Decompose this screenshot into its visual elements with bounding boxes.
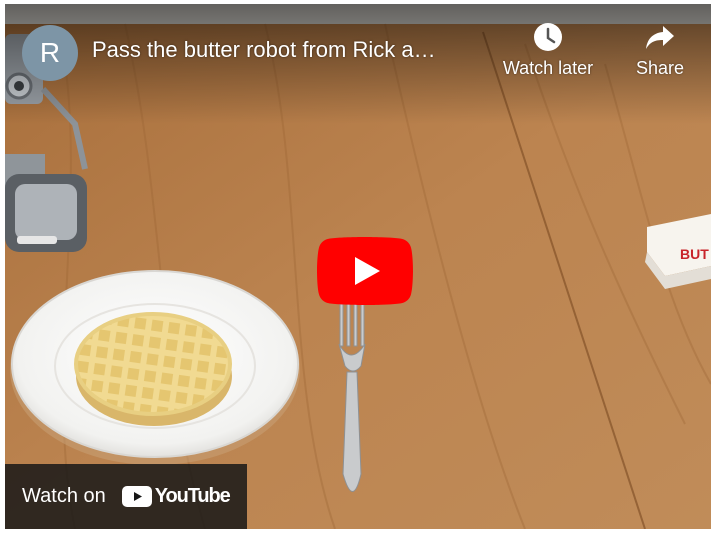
svg-text:BUT: BUT — [680, 246, 709, 262]
youtube-wordmark: YouTube — [154, 485, 231, 507]
watch-later-button[interactable]: Watch later — [493, 22, 603, 79]
watch-on-youtube-button[interactable]: Watch on YouTube — [5, 464, 247, 529]
share-button[interactable]: Share — [625, 22, 695, 79]
youtube-logo-icon: YouTube — [121, 485, 231, 508]
watch-on-label: Watch on — [22, 485, 106, 507]
channel-avatar[interactable]: R — [22, 25, 78, 81]
youtube-play-mark-icon — [121, 486, 152, 507]
share-arrow-icon — [646, 26, 674, 49]
watch-later-label: Watch later — [502, 58, 594, 78]
video-player[interactable]: BUT R Pass the butter robot from Rick a…… — [5, 4, 711, 529]
share-label: Share — [635, 58, 685, 78]
top-gradient — [5, 4, 711, 124]
play-button[interactable] — [317, 237, 413, 305]
video-title[interactable]: Pass the butter robot from Rick a… — [92, 37, 487, 63]
clock-icon — [534, 23, 562, 51]
